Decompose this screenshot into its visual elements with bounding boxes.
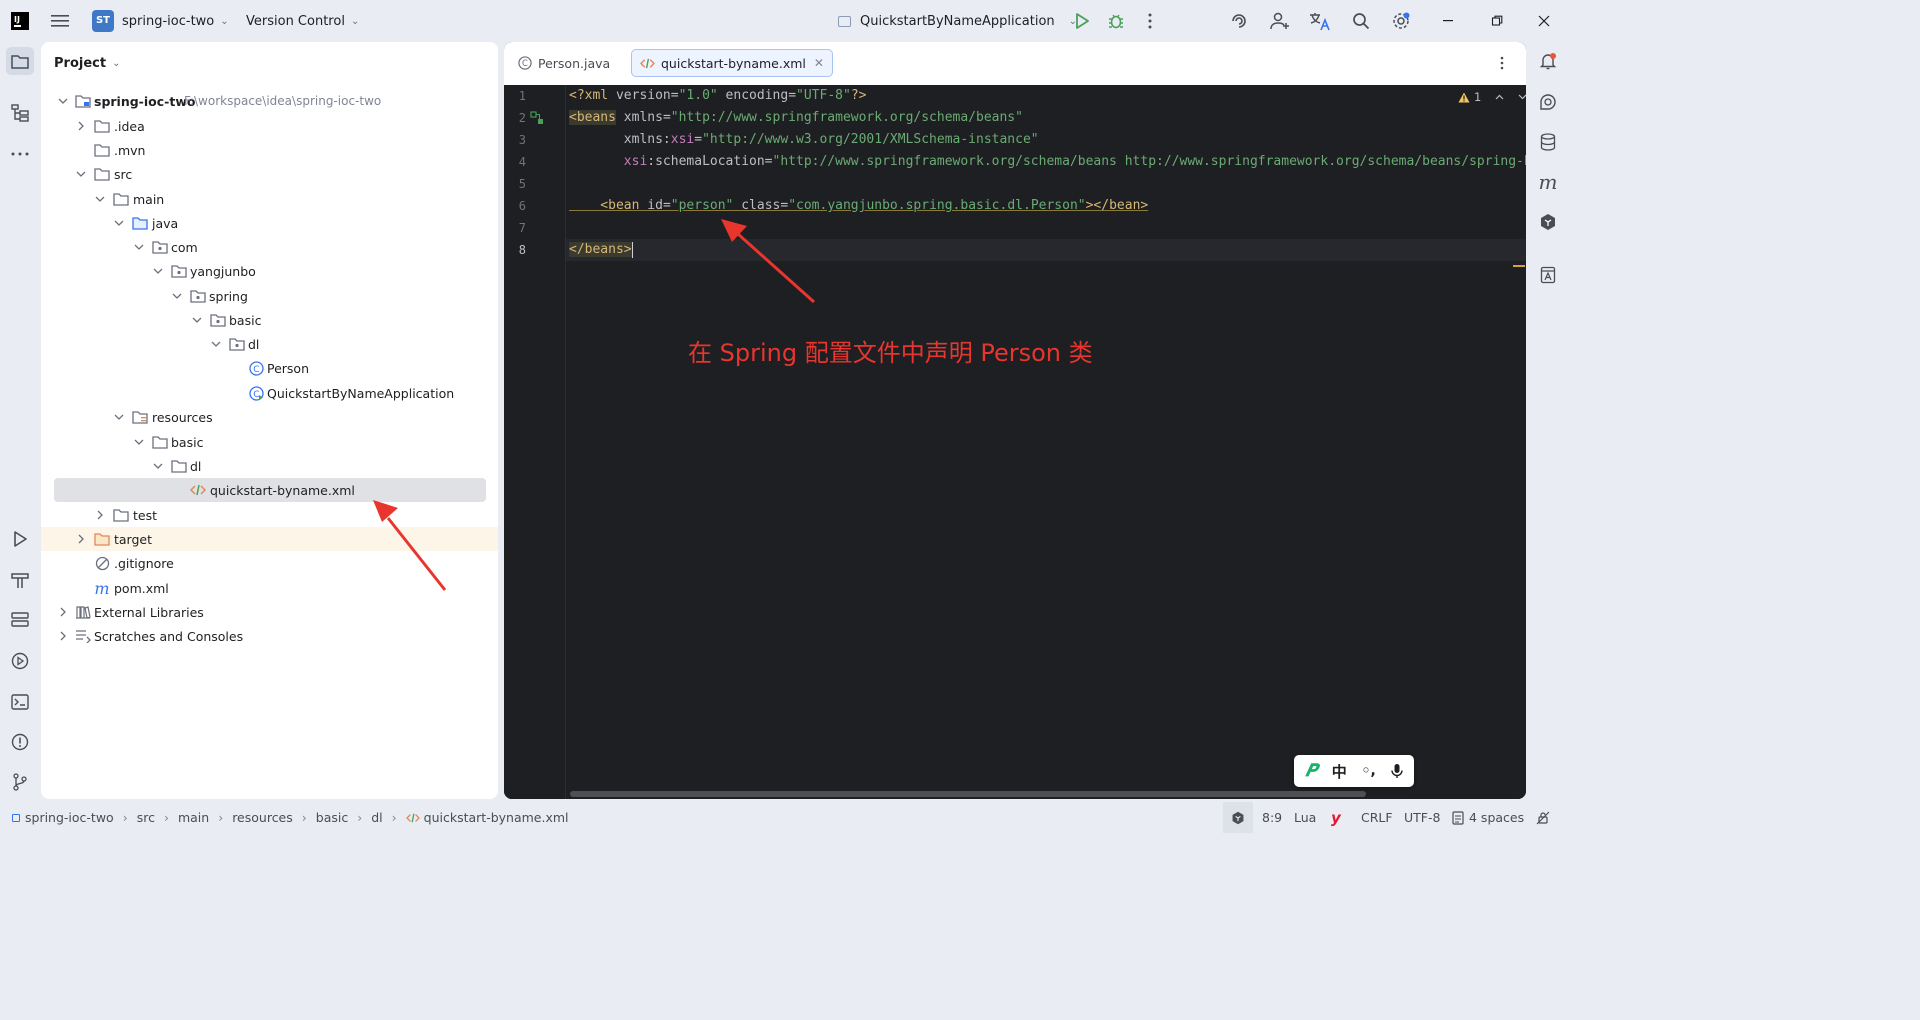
ai-chat-icon[interactable] <box>1534 88 1562 116</box>
annotation-text: 在 Spring 配置文件中声明 Person 类 <box>688 339 1093 367</box>
file-encoding[interactable]: UTF-8 <box>1404 802 1440 833</box>
ime-mode-toggle[interactable]: 中 <box>1332 761 1347 782</box>
breadcrumb-item[interactable]: spring-ioc-two <box>25 810 114 825</box>
chevron-right-icon: › <box>163 810 169 825</box>
notifications-bell-icon[interactable] <box>1534 47 1562 75</box>
ime-punctuation-toggle[interactable]: ◦, <box>1362 763 1376 779</box>
xml-file-icon <box>405 812 420 824</box>
breadcrumb-item[interactable]: basic <box>316 810 348 825</box>
plugin-cube-icon[interactable] <box>1534 208 1562 236</box>
documentation-icon[interactable] <box>1534 261 1562 289</box>
annotation-arrow-to-xml-file <box>373 500 447 591</box>
ime-toolbar: 𝑷 中 ◦, <box>1294 755 1414 787</box>
breadcrumb: spring-ioc-two › src › main › resources … <box>12 802 569 833</box>
breadcrumb-item[interactable]: quickstart-byname.xml <box>424 810 569 825</box>
indent-label: 4 spaces <box>1469 810 1525 825</box>
caret-position[interactable]: 8:9 <box>1262 802 1282 833</box>
breadcrumb-item[interactable]: dl <box>371 810 382 825</box>
annotation-arrows <box>373 219 816 591</box>
maven-tool-icon[interactable]: m <box>1534 168 1562 196</box>
line-separator[interactable]: CRLF <box>1361 802 1393 833</box>
plugin-status-icon[interactable] <box>1223 802 1253 833</box>
status-bar: spring-ioc-two › src › main › resources … <box>0 802 1568 833</box>
breadcrumb-item[interactable]: resources <box>232 810 293 825</box>
module-square-icon <box>12 813 20 822</box>
chevron-right-icon: › <box>357 810 363 825</box>
microphone-icon[interactable] <box>1390 763 1403 779</box>
lock-status-icon[interactable] <box>1536 802 1550 833</box>
indent-setting[interactable]: 4 spaces <box>1452 802 1524 833</box>
youdao-translate-icon[interactable]: y <box>1331 802 1341 833</box>
annotation-arrow-to-bean <box>721 219 816 304</box>
ime-logo-icon[interactable]: 𝑷 <box>1305 761 1317 781</box>
chevron-right-icon: › <box>391 810 397 825</box>
language-indicator[interactable]: Lua <box>1294 802 1316 833</box>
database-icon[interactable] <box>1534 128 1562 156</box>
indent-icon <box>1452 810 1464 825</box>
breadcrumb-item[interactable]: main <box>178 810 209 825</box>
chevron-right-icon: › <box>122 810 128 825</box>
breadcrumb-item[interactable]: src <box>137 810 155 825</box>
chevron-right-icon: › <box>301 810 307 825</box>
chevron-right-icon: › <box>218 810 224 825</box>
